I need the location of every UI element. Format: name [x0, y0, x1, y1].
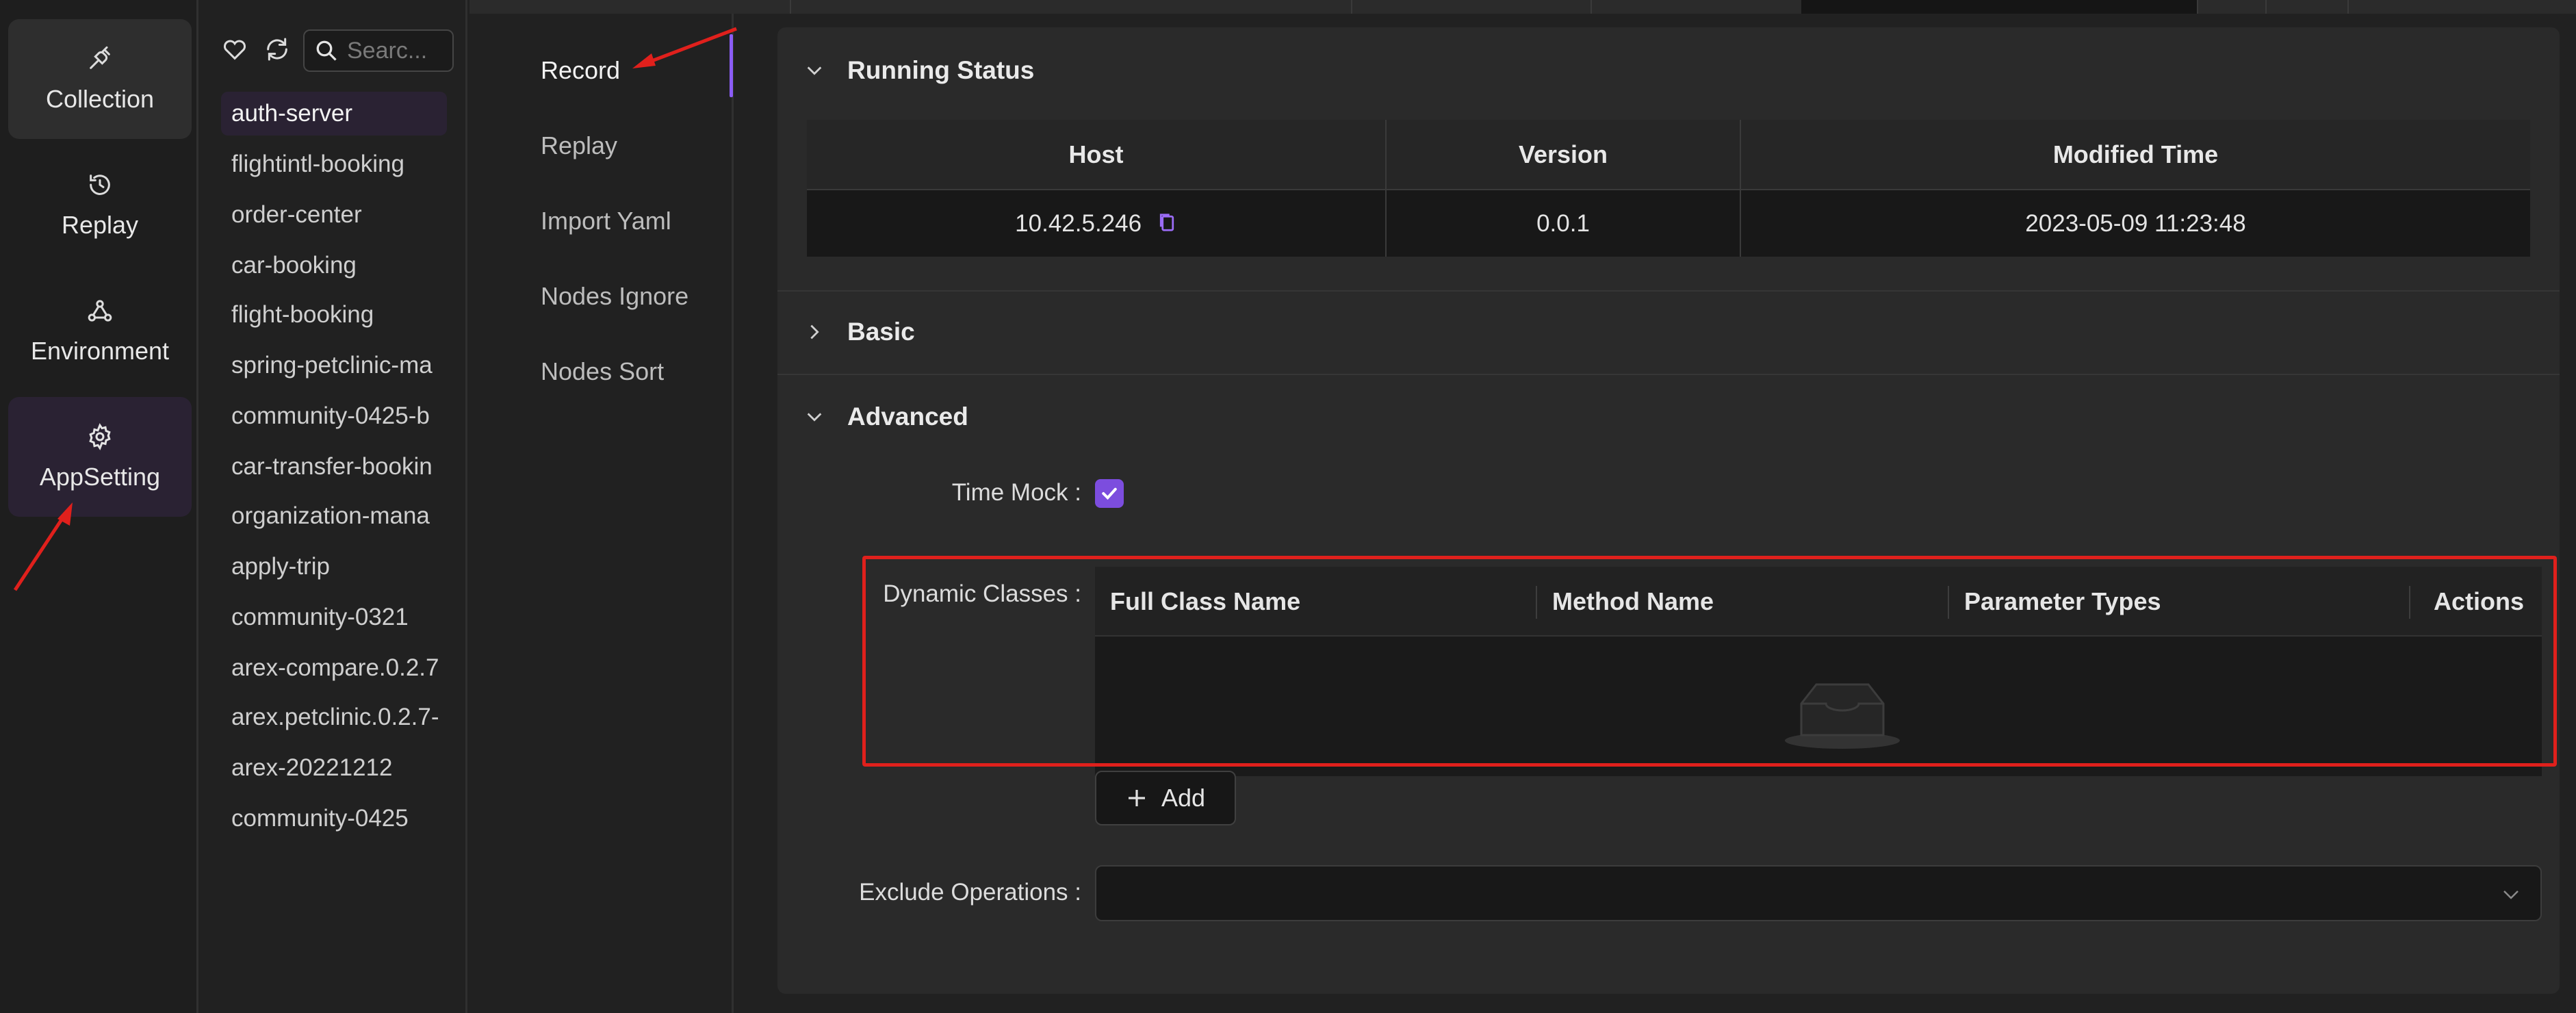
time-mock-label: Time Mock :	[951, 479, 1081, 506]
refresh-icon[interactable]	[263, 36, 291, 63]
running-status-header[interactable]: Running Status	[805, 56, 1034, 85]
menu-item-import-yaml[interactable]: Import Yaml	[541, 207, 671, 235]
nav-collection[interactable]: Collection	[8, 19, 192, 139]
nav-appsetting[interactable]: AppSetting	[8, 397, 192, 517]
column-header: Modified Time	[1740, 120, 2530, 190]
app-search-input[interactable]: Searc...	[303, 29, 454, 72]
gear-icon	[89, 422, 111, 450]
nav-label: Replay	[61, 210, 139, 239]
add-button-label: Add	[1161, 784, 1206, 812]
app-list-item[interactable]: community-0425-b	[221, 394, 447, 438]
nav-label: Environment	[30, 336, 170, 365]
basic-header[interactable]: Basic	[805, 318, 915, 346]
time-mock-checkbox[interactable]	[1095, 479, 1124, 508]
collection-icon	[90, 46, 110, 69]
running-status-table: Host Version Modified Time 10.42.5.246 0…	[807, 120, 2530, 257]
app-list-item[interactable]: arex-20221212	[221, 746, 447, 790]
record-settings-panel: Running Status Host Version Modified Tim…	[777, 27, 2560, 994]
app-list-item[interactable]: organization-mana	[221, 494, 447, 538]
annotation-arrow-icon	[13, 502, 73, 591]
nav-replay[interactable]: Replay	[8, 145, 192, 265]
nav-label: Collection	[45, 84, 155, 113]
app-list-item[interactable]: car-transfer-bookin	[221, 445, 447, 489]
host-cell: 10.42.5.246	[807, 190, 1387, 257]
menu-item-replay[interactable]: Replay	[541, 131, 617, 160]
search-icon	[316, 40, 337, 61]
advanced-title: Advanced	[847, 402, 968, 431]
app-list-item[interactable]: arex-compare.0.2.7	[221, 646, 447, 690]
app-list-item[interactable]: flight-booking	[221, 293, 447, 337]
highlight-annotation-box	[862, 556, 2557, 767]
top-tab-strip	[469, 0, 2576, 14]
app-list-panel: Searc... auth-server flightintl-booking …	[201, 0, 467, 1013]
advanced-header[interactable]: Advanced	[805, 402, 968, 431]
app-list-item[interactable]: car-booking	[221, 244, 447, 287]
top-tab[interactable]	[2267, 0, 2349, 14]
copy-icon[interactable]	[1157, 211, 1177, 234]
annotation-arrow-icon	[632, 27, 737, 68]
exclude-operations-label: Exclude Operations :	[859, 879, 1081, 906]
app-list-item[interactable]: apply-trip	[221, 545, 447, 589]
top-tab[interactable]	[1352, 0, 1592, 14]
chevron-down-icon	[807, 66, 822, 75]
chevron-down-icon	[2503, 890, 2519, 899]
top-tab-active[interactable]	[1801, 0, 2198, 14]
menu-item-record[interactable]: Record	[541, 56, 620, 85]
chevron-down-icon	[807, 413, 822, 422]
environment-icon	[88, 299, 112, 322]
replay-icon	[90, 174, 110, 195]
app-list-item[interactable]: flightintl-booking	[221, 142, 447, 186]
menu-item-nodes-ignore[interactable]: Nodes Ignore	[541, 282, 688, 311]
nav-label: AppSetting	[39, 462, 161, 491]
top-tab[interactable]	[469, 0, 791, 14]
column-header: Host	[807, 120, 1387, 190]
section-divider	[777, 374, 2560, 375]
section-divider	[777, 290, 2560, 292]
app-list-item[interactable]: arex.petclinic.0.2.7-	[221, 695, 447, 739]
top-tab[interactable]	[1592, 0, 1831, 14]
host-value: 10.42.5.246	[1015, 209, 1142, 237]
top-tab[interactable]	[2198, 0, 2267, 14]
checkmark-icon	[1102, 487, 1117, 500]
app-list-item[interactable]: community-0425	[221, 797, 447, 841]
settings-menu: Record Replay Import Yaml Nodes Ignore N…	[469, 14, 734, 1013]
top-tab[interactable]	[791, 0, 1352, 14]
add-dynamic-class-button[interactable]: Add	[1095, 771, 1236, 825]
nav-environment[interactable]: Environment	[8, 271, 192, 391]
app-list-item[interactable]: community-0321	[221, 595, 447, 639]
exclude-operations-select[interactable]	[1095, 865, 2542, 921]
menu-item-nodes-sort[interactable]: Nodes Sort	[541, 357, 664, 386]
column-header: Version	[1386, 120, 1741, 190]
heart-icon[interactable]	[221, 36, 248, 63]
modified-time-cell: 2023-05-09 11:23:48	[1740, 190, 2530, 257]
app-list-item[interactable]: spring-petclinic-ma	[221, 344, 447, 387]
running-status-title: Running Status	[847, 56, 1035, 84]
app-list-item[interactable]: auth-server	[221, 92, 447, 136]
version-cell: 0.0.1	[1386, 190, 1741, 257]
table-row: 10.42.5.246 0.0.1 2023-05-09 11:23:48	[807, 190, 2530, 257]
search-placeholder: Searc...	[347, 37, 428, 64]
plus-icon	[1128, 790, 1145, 806]
app-list-item[interactable]: order-center	[221, 193, 447, 237]
basic-title: Basic	[847, 318, 915, 346]
chevron-right-icon	[810, 324, 819, 339]
